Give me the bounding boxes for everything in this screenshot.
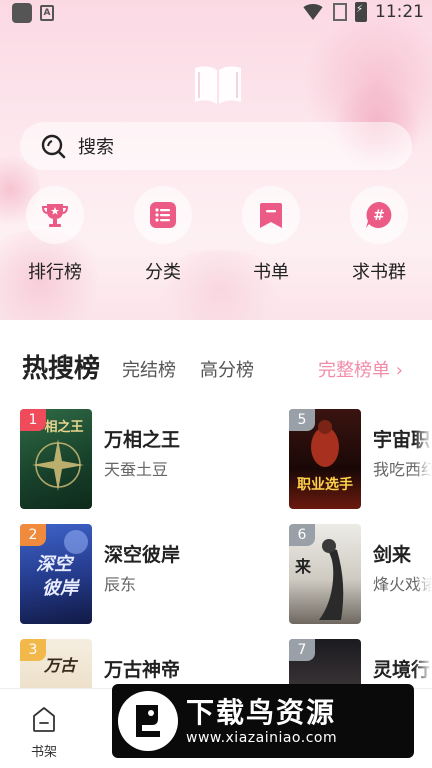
book-author: 辰东 [104,575,137,594]
app-notification-icon [12,3,32,23]
clock: 11:21 [375,2,424,22]
watermark-name: 下载鸟资源 [186,696,337,729]
watermark: 下载鸟资源 www.xiazainiao.com [112,684,414,758]
rank-badge: 6 [289,524,315,546]
book-cover: 职业选手 5 [289,409,361,509]
home-shelf-icon [33,707,55,732]
tab-high-score[interactable]: 高分榜 [200,356,254,382]
nav-bookshelf-label: 书架 [30,745,57,760]
action-request-group[interactable]: # 求书群 [334,186,424,284]
action-ranking-label: 排行榜 [28,262,82,283]
tab-completed[interactable]: 完结榜 [122,356,176,382]
book-title: 剑来 [373,544,412,566]
action-request-group-label: 求书群 [352,262,406,283]
list-icon [150,202,176,228]
bookmark-icon [260,203,282,228]
search-icon [41,134,66,159]
action-booklist[interactable]: 书单 [226,186,316,284]
svg-text:相之王: 相之王 [44,419,83,435]
a-notification-icon: A [40,5,54,21]
trophy-icon [41,204,69,227]
book-item[interactable]: 深空 彼岸 2 深空彼岸 辰东 [20,524,240,626]
tab-hot-search[interactable]: 热搜榜 [22,348,100,385]
rank-badge: 1 [20,409,46,431]
quick-actions: 排行榜 分类 书单 # 求书群 [0,186,432,286]
svg-text:万古: 万古 [43,656,79,675]
rank-badge: 2 [20,524,46,546]
full-ranking-link[interactable]: 完整榜单 › [318,356,403,382]
book-cover: 深空 彼岸 2 [20,524,92,624]
book-cover: 相之王 1 [20,409,92,509]
book-item[interactable]: 相之王 1 万相之王 天蚕土豆 [20,409,240,511]
rank-badge: 5 [289,409,315,431]
rank-badge: 7 [289,639,315,661]
hashtag-chat-icon: # [366,202,392,228]
book-author: 天蚕土豆 [104,460,169,479]
action-category[interactable]: 分类 [118,186,208,284]
book-item[interactable]: 职业选手 5 宇宙职 我吃西红 [289,409,432,511]
ranking-tabs: 热搜榜 完结榜 高分榜 完整榜单 › [22,346,422,386]
book-logo-icon [195,66,241,104]
watermark-logo [118,691,178,751]
watermark-url: www.xiazainiao.com [186,730,338,746]
nav-bookshelf[interactable]: 书架 [22,705,66,760]
action-category-label: 分类 [145,262,181,283]
svg-text:来: 来 [294,557,312,576]
book-title: 深空彼岸 [104,544,181,566]
battery-icon [355,2,367,22]
svg-text:#: # [373,208,385,224]
svg-text:职业选手: 职业选手 [297,476,353,493]
signal-icon [333,3,347,21]
action-ranking[interactable]: 排行榜 [10,186,100,284]
svg-text:深空: 深空 [36,554,75,575]
rank-badge: 3 [20,639,46,661]
search-label: 搜索 [78,137,114,158]
book-cover: 来 6 [289,524,361,624]
book-item[interactable]: 来 6 剑来 烽火戏诸 [289,524,432,626]
svg-text:彼岸: 彼岸 [42,578,80,599]
search-bar[interactable]: 搜索 [20,122,412,170]
book-title: 万相之王 [104,429,181,451]
status-bar: A 11:21 [0,0,432,26]
book-title: 万古神帝 [104,659,181,681]
action-booklist-label: 书单 [253,262,289,283]
wifi-icon [301,4,325,20]
